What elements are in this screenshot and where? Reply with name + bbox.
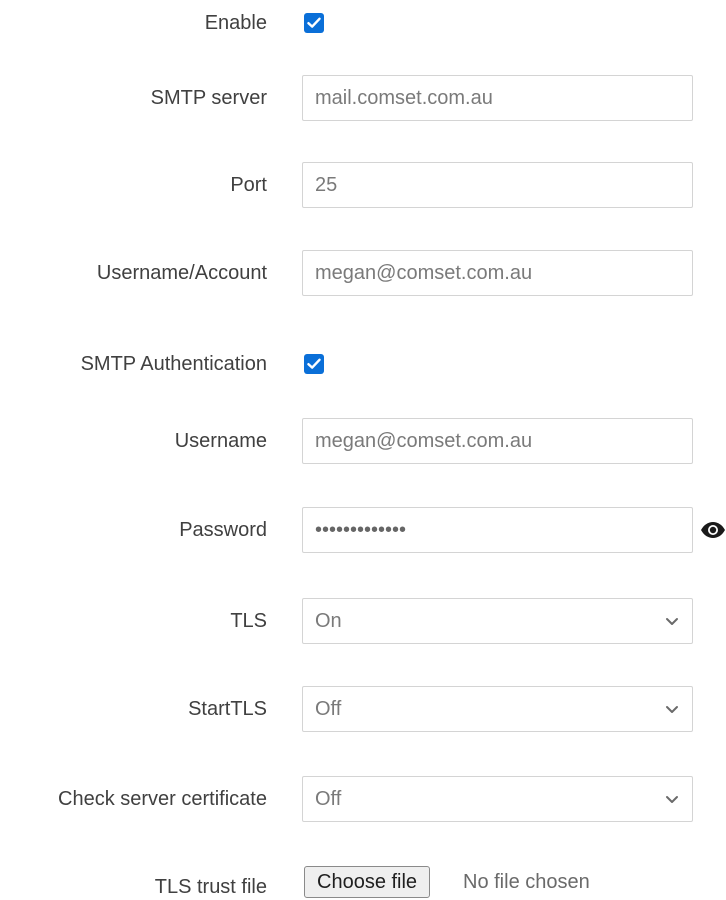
check-cert-label: Check server certificate [58,788,267,810]
tls-label: TLS [230,610,267,632]
username-account-input[interactable]: megan@comset.com.au [302,250,693,296]
enable-label: Enable [204,12,267,34]
enable-checkbox[interactable] [304,13,324,33]
smtp-auth-checkbox[interactable] [304,354,324,374]
smtp-auth-label: SMTP Authentication [80,353,267,375]
smtp-server-input[interactable]: mail.comset.com.au [302,75,693,121]
port-input[interactable]: 25 [302,162,693,208]
port-value: 25 [315,174,338,196]
checkmark-icon [307,17,321,28]
smtp-server-label: SMTP server [150,87,267,109]
check-cert-select[interactable]: Off [302,776,693,822]
tls-trust-file-row: TLS trust file Choose file No file chose… [0,866,726,900]
chevron-down-icon [666,796,678,803]
username-label: Username [174,430,267,452]
username-account-value: megan@comset.com.au [315,262,533,284]
tls-select[interactable]: On [302,598,693,644]
password-label: Password [179,519,267,541]
username-account-label: Username/Account [96,262,267,284]
username-account-row: Username/Account megan@comset.com.au [0,250,726,296]
choose-file-button[interactable]: Choose file [304,866,431,898]
smtp-server-value: mail.comset.com.au [315,87,493,109]
file-status-text: No file chosen [463,871,590,893]
port-row: Port 25 [0,162,726,208]
starttls-select[interactable]: Off [302,686,693,732]
tls-trust-file-label: TLS trust file [154,876,267,898]
chevron-down-icon [666,706,678,713]
smtp-auth-row: SMTP Authentication [0,341,726,387]
checkmark-icon [307,358,321,369]
starttls-label: StartTLS [188,698,267,720]
username-value: megan@comset.com.au [315,430,533,452]
check-cert-row: Check server certificate Off [0,776,726,822]
username-row: Username megan@comset.com.au [0,418,726,464]
starttls-row: StartTLS Off [0,686,726,732]
tls-selected-value: On [315,610,342,632]
tls-row: TLS On [0,598,726,644]
port-label: Port [230,174,267,196]
password-value: ••••••••••••• [315,519,407,541]
enable-row: Enable [0,0,726,46]
smtp-server-row: SMTP server mail.comset.com.au [0,75,726,121]
password-row: Password ••••••••••••• [0,507,726,553]
eye-icon[interactable] [700,521,726,539]
username-input[interactable]: megan@comset.com.au [302,418,693,464]
password-input[interactable]: ••••••••••••• [302,507,693,553]
starttls-selected-value: Off [315,698,342,720]
chevron-down-icon [666,618,678,625]
check-cert-selected-value: Off [315,788,342,810]
